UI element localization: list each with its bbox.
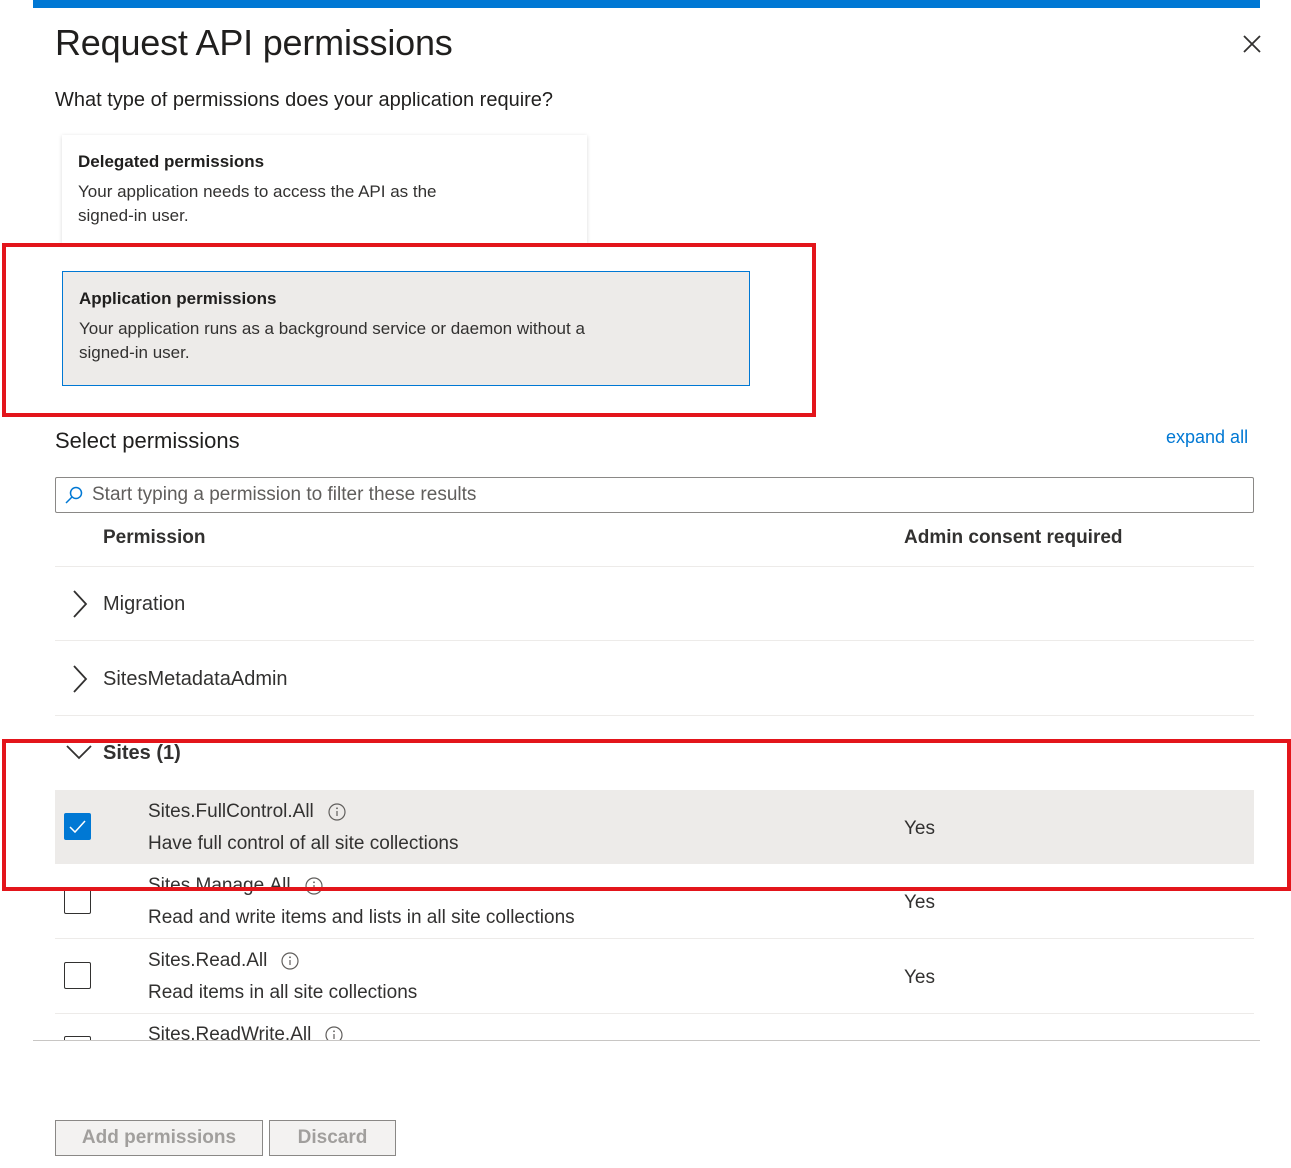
permission-description: Have full control of all site collection… — [148, 833, 459, 854]
group-row-sitesmetadataadmin[interactable]: SitesMetadataAdmin — [55, 649, 1254, 709]
permission-row-sites-readwrite-all[interactable]: Sites.ReadWrite.All — [55, 1013, 1254, 1040]
permission-row-sites-manage-all[interactable]: Sites.Manage.All Read and write items an… — [55, 864, 1254, 938]
checkbox-sites-fullcontrol-all[interactable] — [64, 813, 91, 840]
permission-name: Sites.Read.All — [148, 950, 268, 971]
permission-name: Sites.FullControl.All — [148, 801, 314, 822]
delegated-permissions-desc-line2: signed-in user. — [78, 206, 189, 225]
delegated-permissions-title: Delegated permissions — [78, 152, 265, 171]
column-header-admin-consent: Admin consent required — [904, 527, 1123, 548]
permission-name-cell: Sites.Read.All — [148, 950, 299, 972]
info-icon[interactable] — [304, 877, 323, 895]
delegated-permissions-desc-line1: Your application needs to access the API… — [78, 182, 437, 201]
checkbox-sites-read-all[interactable] — [64, 962, 91, 989]
permission-row-sites-read-all[interactable]: Sites.Read.All Read items in all site co… — [55, 939, 1254, 1013]
scroll-region: What type of permissions does your appli… — [0, 0, 1291, 1040]
application-permissions-desc-line1: Your application runs as a background se… — [79, 319, 585, 338]
permission-search-box[interactable] — [55, 477, 1254, 513]
search-icon — [65, 486, 83, 504]
admin-consent-value: Yes — [904, 892, 935, 913]
discard-button[interactable]: Discard — [269, 1120, 396, 1156]
footer-divider — [33, 1040, 1260, 1041]
permission-name-cell: Sites.FullControl.All — [148, 801, 346, 823]
chevron-right-icon — [73, 665, 88, 693]
row-divider — [55, 640, 1254, 641]
admin-consent-value: Yes — [904, 818, 935, 839]
info-icon[interactable] — [325, 1026, 343, 1040]
chevron-down-icon — [66, 745, 92, 760]
add-permissions-button[interactable]: Add permissions — [55, 1120, 263, 1156]
chevron-right-icon — [73, 590, 88, 618]
group-row-migration[interactable]: Migration — [55, 574, 1254, 634]
permission-row-sites-fullcontrol-all[interactable]: Sites.FullControl.All Have full control … — [55, 790, 1254, 864]
group-label-sites: Sites (1) — [103, 741, 181, 764]
group-label-migration: Migration — [103, 592, 186, 615]
checkmark-icon — [69, 820, 86, 834]
header-divider — [55, 566, 1254, 567]
permission-type-question: What type of permissions does your appli… — [55, 92, 554, 111]
permission-name: Sites.ReadWrite.All — [148, 1024, 312, 1040]
row-divider — [55, 715, 1254, 716]
application-permissions-card[interactable]: Application permissions Your application… — [62, 271, 750, 386]
application-permissions-desc-line2: signed-in user. — [79, 343, 190, 362]
permission-description: Read and write items and lists in all si… — [148, 907, 575, 928]
admin-consent-value: Yes — [904, 967, 935, 988]
permission-name: Sites.Manage.All — [148, 875, 291, 896]
checkbox-sites-manage-all[interactable] — [64, 887, 91, 914]
group-row-sites[interactable]: Sites (1) — [55, 723, 1254, 783]
permission-search-input[interactable] — [92, 484, 1192, 506]
permission-name-cell: Sites.Manage.All — [148, 875, 323, 897]
group-label-sitesmetadataadmin: SitesMetadataAdmin — [103, 667, 288, 690]
expand-all-link[interactable]: expand all — [1166, 427, 1248, 448]
permission-name-cell: Sites.ReadWrite.All — [148, 1024, 343, 1040]
application-permissions-title: Application permissions — [79, 289, 277, 308]
info-icon[interactable] — [281, 952, 299, 970]
info-icon[interactable] — [328, 803, 346, 821]
column-header-permission: Permission — [103, 527, 206, 548]
delegated-permissions-card[interactable]: Delegated permissions Your application n… — [62, 135, 587, 243]
select-permissions-label: Select permissions — [55, 428, 240, 453]
permission-description: Read items in all site collections — [148, 982, 418, 1003]
